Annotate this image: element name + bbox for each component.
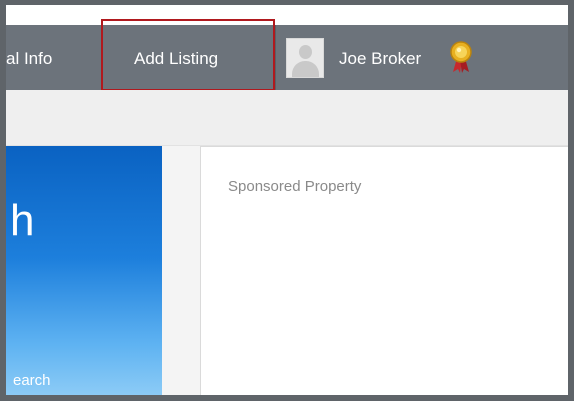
promo-search-panel[interactable]: h earch	[6, 146, 162, 395]
avatar[interactable]	[286, 38, 324, 78]
topbar-top-strip	[6, 5, 568, 25]
user-name-label: Joe Broker	[339, 49, 422, 68]
sponsored-property-panel: Sponsored Property	[200, 146, 568, 395]
nav-personal-info[interactable]: al Info	[6, 49, 66, 69]
add-listing-highlight	[101, 19, 275, 91]
promo-heading: h	[10, 196, 35, 245]
avatar-shoulders	[292, 61, 319, 77]
promo-search-link[interactable]: earch	[13, 372, 51, 390]
nav-personal-info-label: al Info	[6, 49, 53, 68]
sponsored-property-label: Sponsored Property	[228, 178, 362, 195]
top-navigation-bar: al Info Add Listing Joe Broker	[6, 5, 568, 91]
sub-header-bar	[6, 90, 568, 146]
screenshot-frame: al Info Add Listing Joe Broker h earch S…	[0, 0, 574, 401]
avatar-head	[299, 45, 312, 59]
nav-divider	[275, 25, 276, 90]
nav-user-name[interactable]: Joe Broker	[339, 49, 421, 69]
award-ribbon-icon	[450, 41, 472, 73]
